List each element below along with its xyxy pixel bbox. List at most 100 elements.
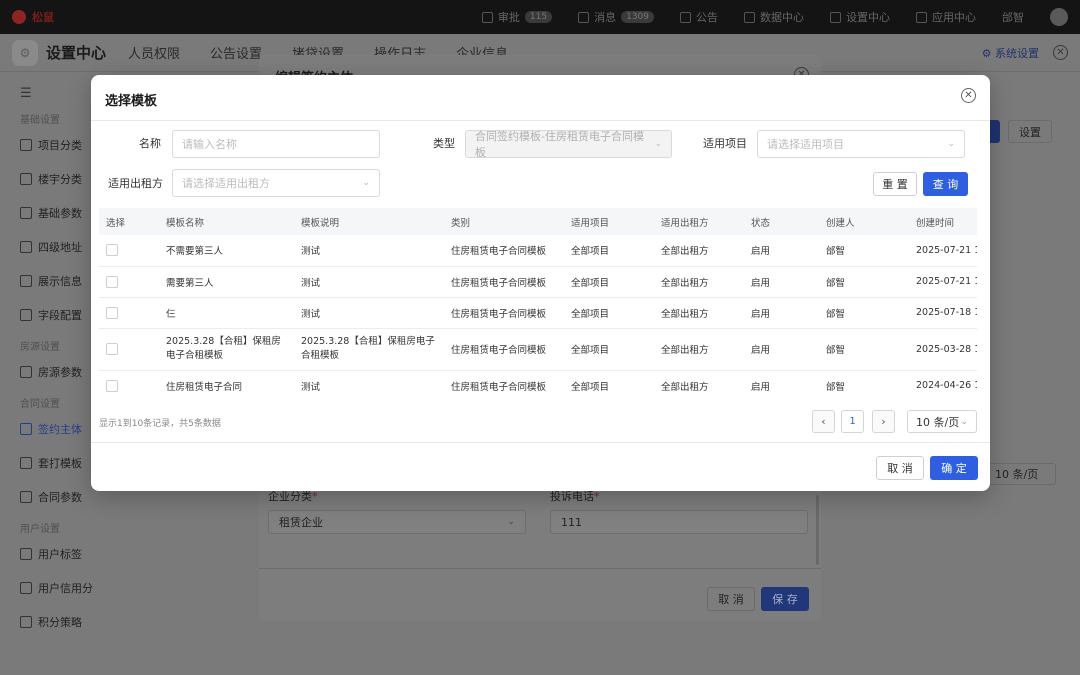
- template-name: 不需要第三人: [159, 235, 294, 267]
- sidebar-item[interactable]: 展示信息: [20, 270, 100, 292]
- approval-menu[interactable]: 审批 115: [481, 9, 553, 25]
- avatar[interactable]: [1050, 8, 1068, 26]
- sidebar-item[interactable]: 字段配置: [20, 304, 100, 326]
- settings-logo-icon: ⚙: [12, 39, 38, 66]
- select-template-modal: 选择模板 ✕ 名称 请输入名称 类型 合同签约模板-住房租赁电子合同模板 ⌄ 适…: [91, 75, 990, 491]
- printer-icon: [20, 457, 32, 469]
- template-created: 2025-07-21 10: [909, 235, 977, 267]
- page-size-select[interactable]: 10 条/页: [986, 463, 1056, 485]
- sidebar-item[interactable]: 合同参数: [20, 486, 100, 508]
- document-icon: [20, 275, 32, 287]
- message-menu[interactable]: 消息 1309: [578, 9, 654, 25]
- column-header: 模板名称: [159, 208, 294, 235]
- sidebar-item-active[interactable]: 签约主体: [20, 418, 100, 440]
- sidebar-item[interactable]: 套打模板: [20, 452, 100, 474]
- table-row[interactable]: 住房租赁电子合同 测试 住房租赁电子合同模板 全部项目 全部出租方 启用 邰智 …: [99, 370, 977, 401]
- template-name: 住房租赁电子合同: [159, 370, 294, 401]
- settings-center-menu[interactable]: 设置中心: [830, 9, 890, 25]
- template-category: 住房租赁电子合同模板: [444, 297, 564, 329]
- brand-logo-icon: [12, 10, 26, 24]
- sidebar-item[interactable]: 四级地址: [20, 236, 100, 258]
- row-checkbox[interactable]: [106, 244, 118, 257]
- column-header: 状态: [744, 208, 819, 235]
- save-button[interactable]: 保 存: [761, 587, 809, 611]
- chevron-right-icon: ›: [881, 415, 886, 428]
- user-name[interactable]: 邰智: [1002, 9, 1024, 25]
- app-title: 设置中心: [46, 44, 107, 62]
- sidebar-item[interactable]: 基础参数: [20, 202, 100, 224]
- system-settings-label: 系统设置: [995, 46, 1039, 60]
- sidebar-item[interactable]: 用户标签: [20, 543, 100, 565]
- sidebar-item[interactable]: 项目分类: [20, 134, 100, 156]
- settings-center-label: 设置中心: [846, 11, 890, 24]
- data-center-label: 数据中心: [760, 11, 804, 24]
- project-select[interactable]: 请选择适用项目 ⌄: [757, 130, 965, 158]
- name-input[interactable]: 请输入名称: [172, 130, 380, 158]
- collapse-menu-icon[interactable]: ☰: [20, 86, 100, 101]
- sidebar-item[interactable]: 积分策略: [20, 611, 100, 633]
- monitor-icon: [744, 11, 755, 23]
- cancel-button[interactable]: 取 消: [876, 456, 924, 480]
- app-center-menu[interactable]: 应用中心: [916, 9, 976, 25]
- template-creator: 邰智: [819, 266, 909, 298]
- column-header: 创建人: [819, 208, 909, 235]
- data-center-menu[interactable]: 数据中心: [744, 9, 804, 25]
- template-desc: 测试: [294, 266, 444, 298]
- template-project: 全部项目: [564, 297, 654, 329]
- cancel-button[interactable]: 取 消: [707, 587, 755, 611]
- approval-label: 审批: [497, 11, 520, 24]
- chevron-down-icon: ⌄: [507, 517, 515, 527]
- settings-button[interactable]: 设置: [1008, 120, 1052, 143]
- prev-page-button[interactable]: ‹: [812, 410, 835, 433]
- location-icon: [20, 241, 32, 253]
- lessor-label: 适用出租方: [108, 177, 163, 190]
- template-created: 2025-07-21 10: [909, 266, 977, 298]
- row-checkbox[interactable]: [106, 343, 118, 355]
- next-page-button[interactable]: ›: [872, 410, 895, 433]
- template-name: 2025.3.28【合租】保租房电子合租模板: [159, 328, 294, 371]
- lessor-select[interactable]: 请选择适用出租方 ⌄: [172, 169, 380, 197]
- table-row[interactable]: 仨 测试 住房租赁电子合同模板 全部项目 全部出租方 启用 邰智 2025-07…: [99, 297, 977, 329]
- scrollbar[interactable]: [816, 495, 819, 565]
- template-project: 全部项目: [564, 328, 654, 371]
- template-project: 全部项目: [564, 266, 654, 298]
- sidebar-item[interactable]: 用户信用分: [20, 577, 100, 599]
- sidebar-group-label: 合同设置: [20, 399, 60, 410]
- sidebar-item[interactable]: 楼宇分类: [20, 168, 100, 190]
- template-creator: 邰智: [819, 370, 909, 401]
- category-icon: [20, 139, 32, 151]
- column-header: 适用出租方: [654, 208, 744, 235]
- sidebar-item[interactable]: 房源参数: [20, 361, 100, 383]
- name-label: 名称: [139, 137, 161, 150]
- page-number-button[interactable]: 1: [841, 410, 864, 433]
- table-row[interactable]: 需要第三人 测试 住房租赁电子合同模板 全部项目 全部出租方 启用 邰智 202…: [99, 266, 977, 298]
- template-status: 启用: [744, 235, 819, 267]
- template-project: 全部项目: [564, 370, 654, 401]
- type-select[interactable]: 合同签约模板-住房租赁电子合同模板 ⌄: [465, 130, 672, 159]
- template-category: 住房租赁电子合同模板: [444, 266, 564, 298]
- close-icon[interactable]: ✕: [961, 88, 976, 103]
- column-header: 创建时间: [909, 208, 977, 235]
- row-checkbox[interactable]: [106, 306, 118, 319]
- company-type-select[interactable]: 租赁企业 ⌄: [268, 510, 526, 534]
- table-row[interactable]: 2025.3.28【合租】保租房电子合租模板 2025.3.28【合租】保租房电…: [99, 328, 977, 371]
- confirm-button[interactable]: 确 定: [930, 456, 978, 480]
- reset-button[interactable]: 重 置: [873, 172, 917, 196]
- complaint-phone-input[interactable]: 111: [550, 510, 808, 534]
- row-checkbox[interactable]: [106, 379, 118, 392]
- sidebar-group-label: 基础设置: [20, 115, 60, 126]
- brand[interactable]: 松鼠: [12, 9, 54, 25]
- row-checkbox[interactable]: [106, 275, 118, 288]
- system-settings-link[interactable]: ⚙ 系统设置: [982, 45, 1039, 61]
- nav-tab[interactable]: 公告设置: [210, 43, 262, 62]
- app-center-label: 应用中心: [932, 11, 976, 24]
- notice-menu[interactable]: 公告: [680, 9, 718, 25]
- template-category: 住房租赁电子合同模板: [444, 235, 564, 267]
- query-button[interactable]: 查 询: [923, 172, 968, 196]
- user-check-icon: [481, 11, 493, 23]
- page-size-select[interactable]: 10 条/页 ⌄: [907, 410, 977, 433]
- table-row[interactable]: 不需要第三人 测试 住房租赁电子合同模板 全部项目 全部出租方 启用 邰智 20…: [99, 235, 977, 267]
- close-icon[interactable]: ✕: [1053, 45, 1068, 60]
- column-header: 类别: [444, 208, 564, 235]
- nav-tab[interactable]: 人员权限: [128, 43, 180, 62]
